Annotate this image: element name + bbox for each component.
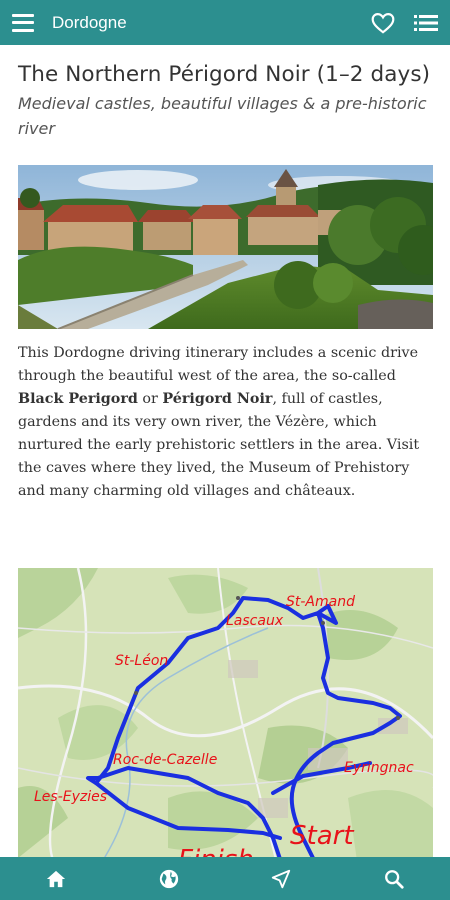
heart-outline-icon[interactable]: [370, 10, 396, 36]
article-content[interactable]: The Northern Périgord Noir (1–2 days) Me…: [0, 45, 450, 857]
map-label-start: Start: [290, 821, 354, 851]
article-body: This Dordogne driving itinerary includes…: [18, 342, 436, 503]
globe-icon: [159, 869, 178, 888]
nav-globe[interactable]: [156, 866, 182, 892]
search-icon: [384, 869, 404, 889]
body-text-part: , full of castles, gardens and its very …: [18, 391, 420, 499]
app-bar: Dordogne: [0, 0, 450, 45]
body-text-part: This Dordogne driving itinerary includes…: [18, 345, 419, 384]
app-title: Dordogne: [52, 12, 127, 32]
bottom-navigation: [0, 857, 450, 900]
hamburger-menu-icon[interactable]: [12, 13, 34, 32]
map-label-st-amand: St-Amand: [286, 594, 355, 610]
map-label-roc-de-cazelle: Roc-de-Cazelle: [113, 752, 217, 768]
article-title: The Northern Périgord Noir (1–2 days): [18, 62, 431, 87]
nav-search[interactable]: [381, 866, 407, 892]
navigation-arrow-icon: [272, 869, 291, 888]
village-photo: [18, 165, 433, 329]
body-text-part: or: [137, 391, 163, 407]
home-icon: [47, 870, 66, 887]
nav-navigate[interactable]: [268, 866, 294, 892]
map-label-st-leon: St-Léon: [115, 653, 168, 669]
body-bold-black-perigord: Black Perigord: [18, 391, 138, 407]
body-bold-perigord-noir: Périgord Noir: [162, 391, 273, 407]
route-map[interactable]: St-Amand Lascaux St-Léon Roc-de-Cazelle …: [18, 568, 433, 857]
list-view-icon[interactable]: [414, 13, 438, 33]
nav-home[interactable]: [43, 866, 69, 892]
map-label-finish: Finish: [178, 845, 254, 857]
map-label-lascaux: Lascaux: [226, 613, 284, 629]
map-label-eyrignac: Eyringnac: [344, 760, 414, 776]
article-subtitle: Medieval castles, beautiful villages & a…: [18, 94, 427, 138]
map-label-les-eyzies: Les-Eyzies: [34, 789, 107, 805]
